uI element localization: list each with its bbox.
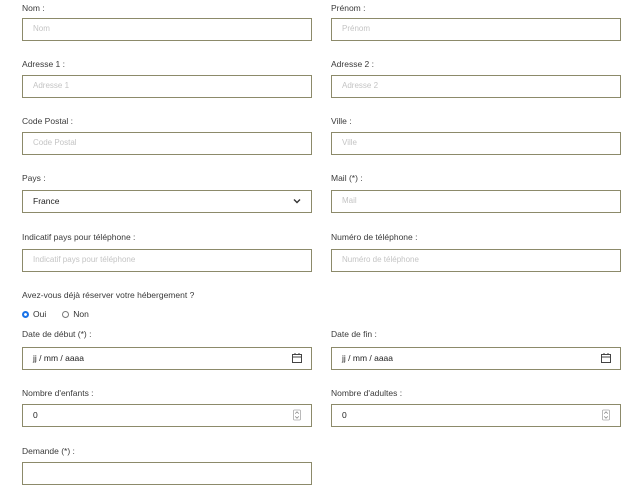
enfants-label: Nombre d'enfants : xyxy=(22,388,94,398)
nom-placeholder: Nom xyxy=(33,24,50,33)
radio-oui[interactable] xyxy=(22,310,29,318)
chevron-down-icon xyxy=(293,199,301,204)
indicatif-label: Indicatif pays pour téléphone : xyxy=(22,232,136,242)
telephone-placeholder: Numéro de téléphone xyxy=(342,255,419,264)
date-debut-label: Date de début (*) : xyxy=(22,329,92,339)
adresse2-input[interactable]: Adresse 2 xyxy=(331,75,621,98)
adresse2-label: Adresse 2 : xyxy=(331,59,374,69)
prenom-label: Prénom : xyxy=(331,3,366,13)
adultes-label: Nombre d'adultes : xyxy=(331,388,403,398)
date-fin-input[interactable]: jj / mm / aaaa xyxy=(331,347,621,370)
pays-label: Pays : xyxy=(22,173,46,183)
code-postal-input[interactable]: Code Postal xyxy=(22,132,312,155)
nom-label: Nom : xyxy=(22,3,45,13)
radio-non[interactable] xyxy=(62,310,70,318)
adresse2-placeholder: Adresse 2 xyxy=(342,81,379,90)
pays-select[interactable]: France xyxy=(22,190,312,213)
demande-textarea[interactable] xyxy=(22,462,312,485)
pays-value: France xyxy=(33,196,60,206)
telephone-input[interactable]: Numéro de téléphone xyxy=(331,249,621,272)
date-fin-label: Date de fin : xyxy=(331,329,377,339)
adresse1-input[interactable]: Adresse 1 xyxy=(22,75,312,98)
adultes-input[interactable]: 0 xyxy=(331,404,621,427)
date-debut-value: jj / mm / aaaa xyxy=(33,353,85,363)
indicatif-placeholder: Indicatif pays pour téléphone xyxy=(33,255,136,264)
prenom-input[interactable]: Prénom xyxy=(331,18,621,41)
adresse1-placeholder: Adresse 1 xyxy=(33,81,70,90)
hebergement-radio-group: Oui Non xyxy=(22,309,89,319)
date-fin-value: jj / mm / aaaa xyxy=(342,353,394,363)
spinner-icon[interactable] xyxy=(291,409,303,421)
spinner-icon[interactable] xyxy=(600,409,612,421)
mail-placeholder: Mail xyxy=(342,196,357,205)
code-postal-label: Code Postal : xyxy=(22,116,74,126)
ville-label: Ville : xyxy=(331,116,352,126)
hebergement-question: Avez-vous déjà réserver votre hébergemen… xyxy=(22,290,195,300)
nom-input[interactable]: Nom xyxy=(22,18,312,41)
adresse1-label: Adresse 1 : xyxy=(22,59,65,69)
indicatif-input[interactable]: Indicatif pays pour téléphone xyxy=(22,249,312,272)
telephone-label: Numéro de téléphone : xyxy=(331,232,418,242)
mail-input[interactable]: Mail xyxy=(331,190,621,213)
enfants-value: 0 xyxy=(33,410,38,420)
prenom-placeholder: Prénom xyxy=(342,24,371,33)
radio-oui-label: Oui xyxy=(33,309,47,319)
radio-non-label: Non xyxy=(73,309,89,319)
calendar-icon[interactable] xyxy=(600,352,612,364)
calendar-icon[interactable] xyxy=(291,352,303,364)
code-postal-placeholder: Code Postal xyxy=(33,138,77,147)
date-debut-input[interactable]: jj / mm / aaaa xyxy=(22,347,312,370)
ville-input[interactable]: Ville xyxy=(331,132,621,155)
demande-label: Demande (*) : xyxy=(22,446,75,456)
ville-placeholder: Ville xyxy=(342,138,357,147)
adultes-value: 0 xyxy=(342,410,347,420)
mail-label: Mail (*) : xyxy=(331,173,363,183)
enfants-input[interactable]: 0 xyxy=(22,404,312,427)
